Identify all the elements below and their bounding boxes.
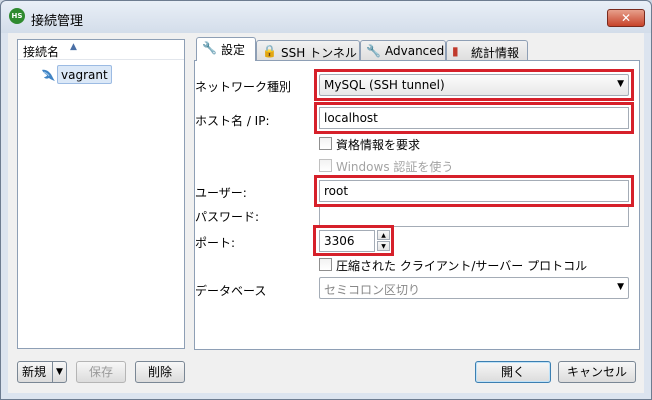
windows-auth-label: Windows 認証を使う (336, 160, 454, 174)
new-session-button[interactable]: 新規 ▼ (17, 361, 67, 383)
compressed-protocol-label: 圧縮された クライアント/サーバー プロトコル (336, 259, 588, 273)
tab-label: Advanced (385, 44, 445, 58)
bar-chart-icon: ▮ (452, 44, 459, 58)
window-title: 接続管理 (31, 14, 84, 29)
password-label: パスワード: (195, 210, 260, 224)
highlight-host (314, 102, 634, 134)
database-select[interactable]: セミコロン区切り ▼ (319, 277, 629, 299)
title-bar[interactable]: HS 接続管理 ✕ (1, 1, 651, 33)
tab-settings[interactable]: 🔧 設定 (196, 37, 256, 61)
session-list[interactable]: 接続名 ▲ vagrant (17, 39, 185, 349)
tab-advanced[interactable]: 🔧 Advanced (360, 40, 446, 61)
checkbox-box[interactable] (319, 159, 332, 172)
column-header-label: 接続名 (23, 45, 60, 59)
checkbox-box[interactable] (319, 258, 332, 271)
chevron-down-icon: ▼ (617, 282, 624, 292)
host-label: ホスト名 / IP: (195, 114, 270, 128)
delete-button[interactable]: 削除 (135, 361, 185, 383)
tab-label: SSH トンネル (281, 46, 357, 60)
tab-statistics[interactable]: ▮ 統計情報 (446, 40, 528, 61)
lock-icon: 🔒 (262, 44, 277, 58)
wrench-orange-icon: 🔧 (366, 44, 381, 58)
highlight-user (314, 175, 634, 207)
database-label: データベース (195, 284, 267, 298)
user-label: ユーザー: (195, 186, 247, 200)
cancel-button[interactable]: キャンセル (558, 361, 636, 383)
highlight-port (313, 225, 394, 256)
dolphin-icon (42, 69, 55, 81)
save-button[interactable]: 保存 (76, 361, 126, 383)
password-input[interactable] (319, 205, 629, 227)
open-button[interactable]: 開く (475, 361, 551, 383)
close-button[interactable]: ✕ (607, 9, 645, 27)
port-label: ポート: (195, 236, 236, 250)
tab-label: 設定 (221, 43, 246, 57)
session-column-header[interactable]: 接続名 ▲ (18, 40, 184, 60)
session-item-vagrant[interactable]: vagrant (40, 65, 120, 85)
tab-label: 統計情報 (471, 46, 520, 60)
tab-ssh-tunnel[interactable]: 🔒 SSH トンネル (256, 40, 360, 61)
network-type-label: ネットワーク種別 (195, 80, 292, 94)
sort-ascending-icon: ▲ (70, 42, 77, 52)
connection-manager-window: HS 接続管理 ✕ 接続名 ▲ vagrant 新規 ▼ 保存 削除 🔧 設定 … (0, 0, 652, 400)
dropdown-arrow-icon[interactable]: ▼ (52, 362, 66, 382)
highlight-network-type (314, 69, 634, 101)
database-placeholder: セミコロン区切り (324, 283, 421, 297)
app-icon: HS (9, 8, 25, 24)
new-session-label: 新規 (22, 365, 47, 379)
session-item-label: vagrant (57, 65, 112, 84)
wrench-icon: 🔧 (202, 41, 217, 55)
require-credentials-label: 資格情報を要求 (336, 138, 421, 152)
checkbox-box[interactable] (319, 137, 332, 150)
